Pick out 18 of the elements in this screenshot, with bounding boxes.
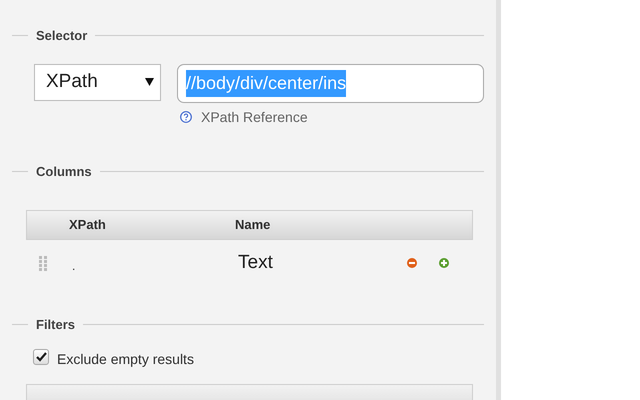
help-icon <box>180 111 192 123</box>
add-icon[interactable] <box>439 258 449 268</box>
section-legend: Columns <box>34 162 94 181</box>
column-header: XPath <box>68 216 107 234</box>
table-cell-text: . <box>72 258 76 275</box>
section-legend: Selector <box>34 26 90 46</box>
table-cell-text: Text <box>238 250 274 275</box>
column-header: Name <box>235 216 270 234</box>
checkbox-label: Exclude empty results <box>57 350 194 369</box>
section-legend: Filters <box>34 315 78 334</box>
selector-type-dropdown[interactable]: XPath <box>34 64 161 100</box>
caret-icon <box>145 78 154 86</box>
xpath-reference-link[interactable]: XPath Reference <box>180 106 308 128</box>
drag-handle-icon[interactable] <box>39 256 48 270</box>
checkbox[interactable] <box>33 348 49 364</box>
query-input-field[interactable]: //body/div/center/ins <box>177 64 484 102</box>
remove-icon[interactable] <box>407 258 417 268</box>
checkmark-icon <box>36 352 46 362</box>
